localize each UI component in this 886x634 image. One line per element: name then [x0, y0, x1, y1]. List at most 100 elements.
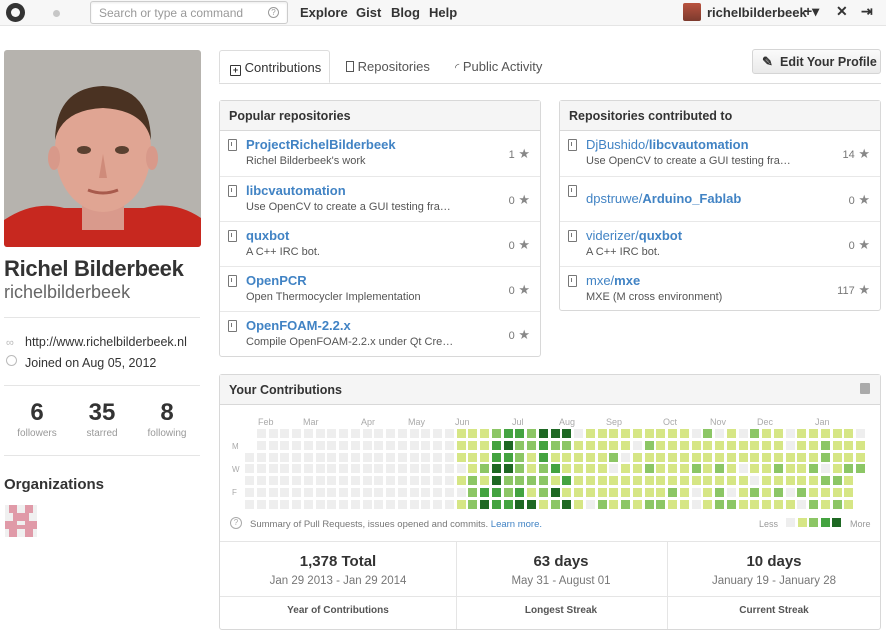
contribution-day[interactable]	[774, 476, 783, 485]
contribution-day[interactable]	[844, 429, 853, 438]
contribution-day[interactable]	[621, 476, 630, 485]
organization-avatar[interactable]	[5, 505, 37, 537]
contribution-day[interactable]	[762, 500, 771, 509]
contribution-day[interactable]	[856, 441, 865, 450]
contribution-day[interactable]	[774, 500, 783, 509]
contribution-day[interactable]	[633, 453, 642, 462]
contribution-day[interactable]	[609, 500, 618, 509]
nav-explore[interactable]: Explore	[300, 5, 348, 20]
contribution-day[interactable]	[609, 441, 618, 450]
create-new-icon[interactable]: +▾	[804, 3, 819, 20]
contribution-day[interactable]	[539, 441, 548, 450]
contribution-day[interactable]	[468, 464, 477, 473]
contribution-day[interactable]	[363, 429, 372, 438]
contribution-day[interactable]	[797, 429, 806, 438]
contribution-day[interactable]	[457, 488, 466, 497]
contribution-day[interactable]	[727, 453, 736, 462]
contribution-day[interactable]	[351, 464, 360, 473]
contribution-day[interactable]	[727, 476, 736, 485]
contribution-day[interactable]	[856, 453, 865, 462]
edit-profile-button[interactable]: ✎ Edit Your Profile	[752, 49, 881, 74]
contribution-day[interactable]	[398, 429, 407, 438]
contribution-day[interactable]	[833, 453, 842, 462]
contribution-day[interactable]	[245, 453, 254, 462]
contribution-day[interactable]	[280, 488, 289, 497]
contribution-day[interactable]	[844, 476, 853, 485]
contribution-day[interactable]	[386, 488, 395, 497]
contribution-day[interactable]	[750, 476, 759, 485]
contribution-day[interactable]	[715, 453, 724, 462]
contribution-day[interactable]	[821, 441, 830, 450]
contribution-day[interactable]	[257, 464, 266, 473]
contribution-day[interactable]	[586, 441, 595, 450]
contribution-day[interactable]	[410, 476, 419, 485]
contribution-day[interactable]	[480, 441, 489, 450]
contribution-day[interactable]	[421, 453, 430, 462]
contributed-repo-row[interactable]: viderizer/quxbot A C++ IRC bot. 0 ★	[560, 221, 880, 266]
contribution-day[interactable]	[551, 453, 560, 462]
contribution-day[interactable]	[739, 441, 748, 450]
contribution-day[interactable]	[809, 453, 818, 462]
contribution-day[interactable]	[609, 453, 618, 462]
contribution-day[interactable]	[257, 488, 266, 497]
contribution-day[interactable]	[797, 500, 806, 509]
contribution-day[interactable]	[739, 500, 748, 509]
contribution-day[interactable]	[539, 476, 548, 485]
notifications-dot-icon[interactable]	[53, 10, 60, 17]
contribution-day[interactable]	[574, 464, 583, 473]
contribution-day[interactable]	[645, 488, 654, 497]
contribution-day[interactable]	[598, 476, 607, 485]
contribution-day[interactable]	[363, 441, 372, 450]
contribution-day[interactable]	[750, 429, 759, 438]
contribution-day[interactable]	[280, 500, 289, 509]
contribution-day[interactable]	[269, 453, 278, 462]
contribution-day[interactable]	[656, 464, 665, 473]
following-stat[interactable]: 8 following	[135, 398, 199, 439]
contribution-day[interactable]	[833, 488, 842, 497]
tab-public-activity[interactable]: ◜ Public Activity	[455, 50, 542, 83]
contribution-day[interactable]	[598, 464, 607, 473]
contribution-day[interactable]	[656, 500, 665, 509]
contribution-day[interactable]	[762, 441, 771, 450]
contribution-day[interactable]	[410, 429, 419, 438]
contribution-day[interactable]	[433, 429, 442, 438]
contribution-day[interactable]	[692, 441, 701, 450]
contribution-day[interactable]	[257, 441, 266, 450]
contribution-day[interactable]	[515, 464, 524, 473]
contribution-day[interactable]	[292, 464, 301, 473]
nav-help[interactable]: Help	[429, 5, 457, 20]
contribution-day[interactable]	[562, 441, 571, 450]
contribution-day[interactable]	[562, 464, 571, 473]
contribution-day[interactable]	[327, 500, 336, 509]
contribution-day[interactable]	[457, 441, 466, 450]
contribution-day[interactable]	[574, 488, 583, 497]
contribution-day[interactable]	[574, 453, 583, 462]
contribution-day[interactable]	[445, 453, 454, 462]
contribution-day[interactable]	[844, 453, 853, 462]
contribution-day[interactable]	[609, 429, 618, 438]
contribution-day[interactable]	[421, 500, 430, 509]
contribution-day[interactable]	[797, 441, 806, 450]
contribution-day[interactable]	[833, 476, 842, 485]
contribution-day[interactable]	[492, 429, 501, 438]
contribution-day[interactable]	[774, 441, 783, 450]
contribution-day[interactable]	[269, 488, 278, 497]
contribution-day[interactable]	[351, 500, 360, 509]
contribution-day[interactable]	[480, 476, 489, 485]
contribution-day[interactable]	[739, 429, 748, 438]
popular-repo-row[interactable]: OpenFOAM-2.2.x Compile OpenFOAM-2.2.x und…	[220, 311, 540, 356]
contribution-day[interactable]	[645, 476, 654, 485]
contribution-day[interactable]	[774, 464, 783, 473]
contribution-day[interactable]	[363, 464, 372, 473]
contribution-day[interactable]	[645, 429, 654, 438]
contribution-day[interactable]	[327, 441, 336, 450]
contribution-day[interactable]	[351, 453, 360, 462]
contribution-day[interactable]	[668, 453, 677, 462]
contribution-day[interactable]	[504, 453, 513, 462]
contribution-day[interactable]	[316, 453, 325, 462]
contribution-day[interactable]	[739, 453, 748, 462]
contribution-day[interactable]	[457, 464, 466, 473]
contribution-day[interactable]	[774, 488, 783, 497]
contribution-day[interactable]	[398, 500, 407, 509]
contribution-day[interactable]	[774, 453, 783, 462]
